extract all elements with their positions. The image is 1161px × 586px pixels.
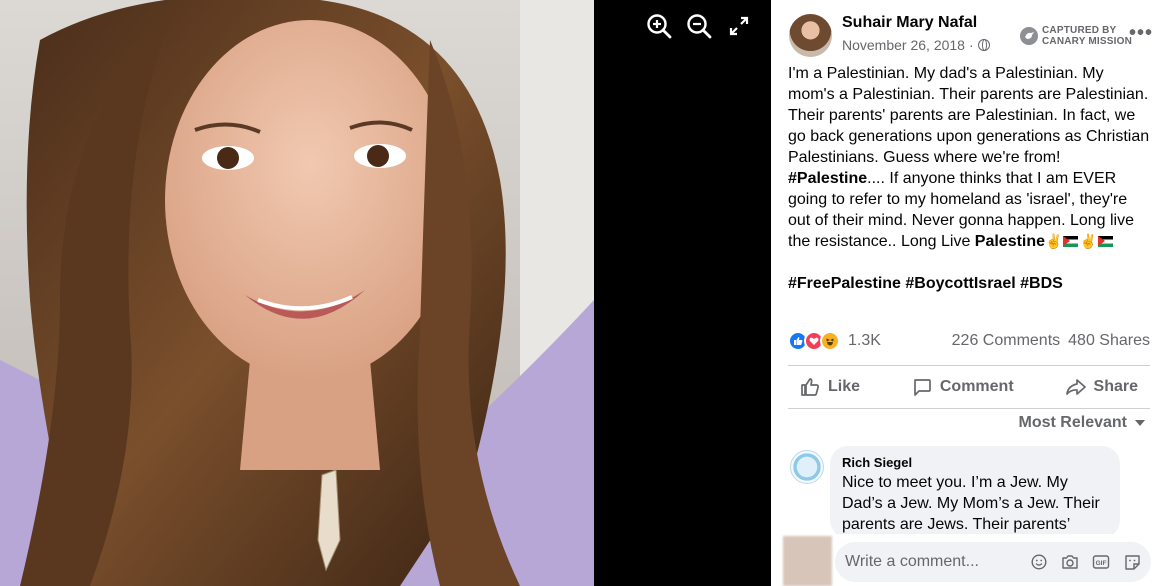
- photo-viewer-backdrop: [594, 0, 771, 586]
- composer-tools: GIF: [1030, 553, 1151, 571]
- globe-icon: [977, 39, 990, 51]
- svg-text:GIF: GIF: [1096, 560, 1107, 567]
- palestine-link[interactable]: Palestine: [975, 233, 1045, 250]
- like-button[interactable]: Like: [788, 377, 872, 397]
- hashtag-palestine[interactable]: #Palestine: [788, 170, 867, 187]
- camera-icon[interactable]: [1061, 553, 1079, 571]
- shares-count[interactable]: 480 Shares: [1068, 332, 1150, 350]
- comments-count[interactable]: 226 Comments: [952, 332, 1061, 350]
- zoom-out-icon[interactable]: [685, 12, 713, 40]
- comment-sort-dropdown[interactable]: Most Relevant: [1019, 414, 1145, 432]
- haha-reaction-icon: [820, 331, 840, 351]
- share-label: Share: [1093, 378, 1138, 395]
- post-header: Suhair Mary Nafal November 26, 2018 · CA…: [787, 12, 1157, 58]
- comment-text: Nice to meet you. I’m a Jew. My Dad’s a …: [842, 474, 1100, 533]
- comment-bubble-icon: [914, 379, 931, 396]
- meta-separator: ·: [968, 37, 974, 53]
- author-name[interactable]: Suhair Mary Nafal: [842, 14, 977, 32]
- reaction-count[interactable]: 1.3K: [848, 332, 881, 350]
- comment-placeholder: Write a comment...: [845, 553, 979, 570]
- share-button[interactable]: Share: [1054, 377, 1150, 397]
- divider: [788, 365, 1150, 366]
- current-user-avatar: [783, 536, 832, 586]
- action-bar: Like Comment Share: [788, 368, 1150, 406]
- gif-icon[interactable]: GIF: [1092, 553, 1110, 571]
- portrait-image: [0, 0, 594, 586]
- author-avatar[interactable]: [789, 14, 832, 57]
- palestine-flag-icon: [1063, 236, 1079, 247]
- post-date[interactable]: November 26, 2018: [842, 37, 965, 53]
- zoom-in-icon[interactable]: [645, 12, 673, 40]
- post-text: I'm a Palestinian. My dad's a Palestinia…: [788, 63, 1153, 294]
- reaction-icons[interactable]: [788, 331, 840, 351]
- palestine-flag-icon: [1097, 236, 1113, 247]
- commenter-name[interactable]: Rich Siegel: [842, 455, 1108, 470]
- captured-badge: CAPTURED BY CANARY MISSION: [1020, 25, 1132, 47]
- post-text-segment-0: I'm a Palestinian. My dad's a Palestinia…: [788, 65, 1150, 166]
- more-options-button[interactable]: •••: [1129, 22, 1153, 45]
- canary-icon: [1020, 27, 1038, 45]
- victory-hand-icon: ✌: [1079, 233, 1097, 249]
- engagement-counts: 226 Comments 480 Shares: [952, 332, 1150, 350]
- share-arrow-icon: [1065, 379, 1086, 395]
- comment-button[interactable]: Comment: [900, 377, 1026, 397]
- post-photo[interactable]: [0, 0, 594, 586]
- comment-composer: Write a comment... GIF: [783, 534, 1153, 586]
- caret-down-icon: [1135, 420, 1145, 426]
- sticker-icon[interactable]: [1123, 553, 1141, 571]
- hashtags[interactable]: #FreePalestine #BoycottIsrael #BDS: [788, 273, 1153, 294]
- captured-line1: CAPTURED BY: [1042, 25, 1117, 36]
- reactions-bar: 1.3K 226 Comments 480 Shares: [788, 329, 1150, 353]
- post-paragraph: I'm a Palestinian. My dad's a Palestinia…: [788, 63, 1153, 252]
- thumbs-up-icon: [801, 378, 819, 396]
- viewer-toolbar: [645, 12, 753, 40]
- like-label: Like: [828, 378, 861, 395]
- fullscreen-icon[interactable]: [725, 12, 753, 40]
- comment-input[interactable]: Write a comment... GIF: [835, 542, 1151, 582]
- victory-hand-icon: ✌: [1045, 233, 1063, 249]
- post-side-panel: Suhair Mary Nafal November 26, 2018 · CA…: [771, 0, 1161, 586]
- divider: [788, 408, 1150, 409]
- comment-bubble: Rich Siegel Nice to meet you. I’m a Jew.…: [830, 446, 1120, 538]
- comment-label: Comment: [939, 378, 1014, 395]
- captured-line2: CANARY MISSION: [1042, 36, 1133, 47]
- emoji-icon[interactable]: [1030, 553, 1048, 571]
- sort-label: Most Relevant: [1018, 414, 1127, 431]
- commenter-avatar[interactable]: [790, 450, 824, 484]
- post-meta: November 26, 2018 ·: [842, 37, 990, 53]
